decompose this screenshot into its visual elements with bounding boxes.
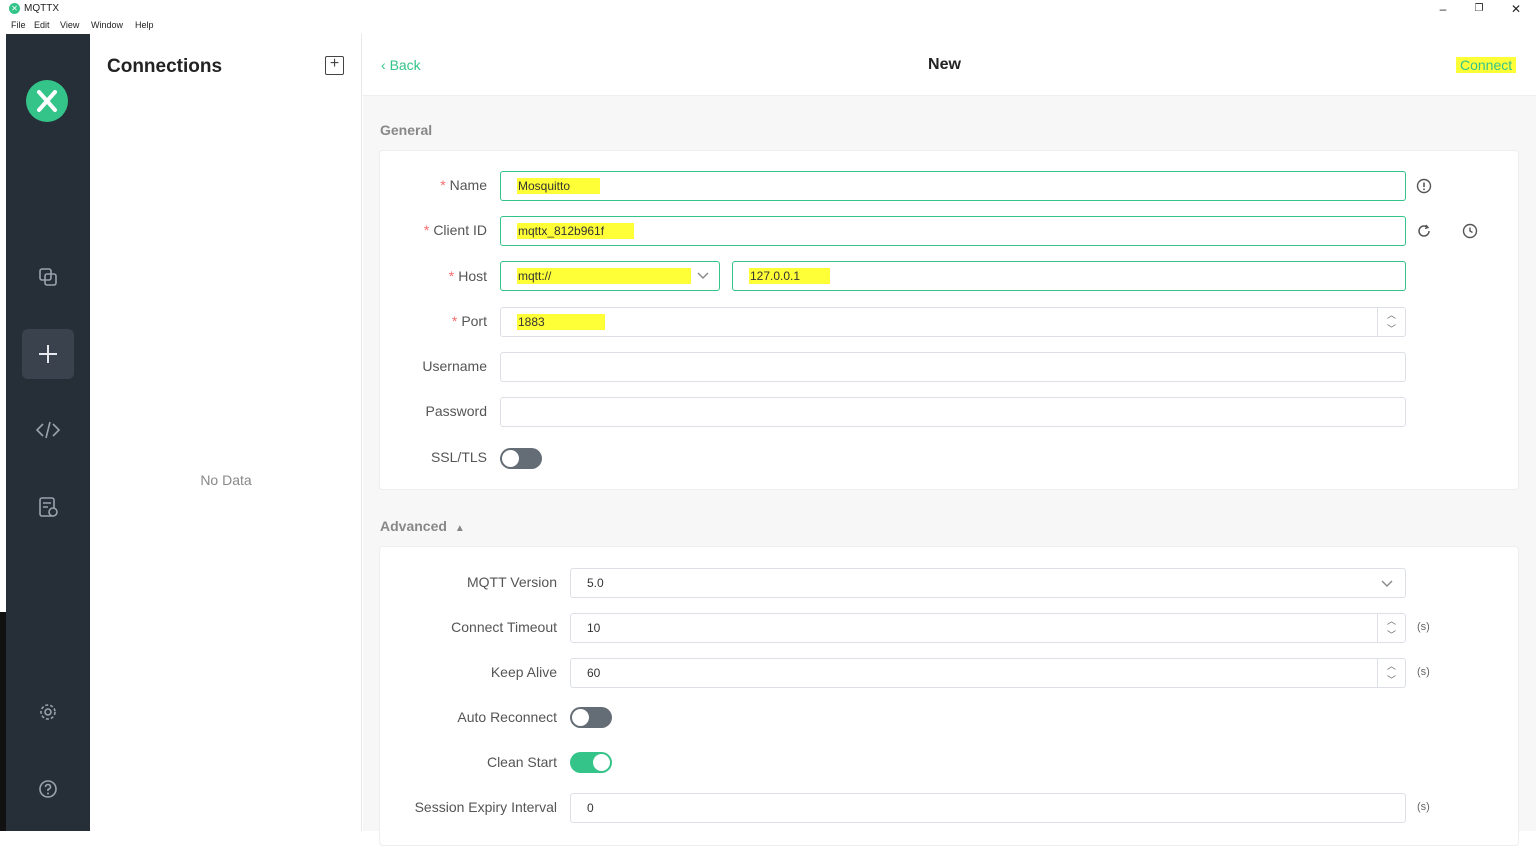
port-input[interactable]: 1883 ︿ ﹀: [500, 307, 1406, 337]
connections-nav-button[interactable]: [22, 252, 74, 302]
username-label: Username: [422, 358, 487, 374]
script-nav-button[interactable]: [22, 405, 74, 455]
port-stepper[interactable]: ︿ ﹀: [1377, 308, 1405, 336]
clock-icon[interactable]: [1462, 223, 1478, 239]
password-label: Password: [425, 403, 487, 419]
auto-reconnect-label: Auto Reconnect: [457, 709, 557, 725]
empty-state-text: No Data: [200, 472, 252, 488]
nav-rail: [6, 34, 90, 831]
password-input[interactable]: [500, 397, 1406, 427]
keep-alive-unit: (s): [1417, 666, 1430, 678]
settings-nav-button[interactable]: [22, 687, 74, 737]
general-section-label: General: [380, 122, 433, 138]
restore-button[interactable]: ❐: [1464, 1, 1494, 17]
client-id-input[interactable]: mqttx_812b961f: [500, 216, 1406, 246]
port-label: * Port: [451, 313, 487, 329]
code-icon: [36, 421, 60, 439]
menu-help[interactable]: Help: [135, 20, 154, 30]
chevron-down-icon: [1381, 580, 1393, 587]
clean-start-label: Clean Start: [486, 754, 557, 770]
plus-icon: [39, 345, 57, 363]
close-button[interactable]: ✕: [1501, 1, 1531, 17]
info-icon[interactable]: [1416, 178, 1432, 194]
window-title: MQTTX: [24, 3, 59, 14]
auto-reconnect-toggle[interactable]: [570, 707, 612, 728]
chevron-up-icon: ︿: [1386, 310, 1396, 320]
mqtt-version-select[interactable]: 5.0: [570, 568, 1406, 598]
help-icon: [39, 780, 57, 798]
gear-icon: [40, 704, 56, 720]
connections-icon: [39, 268, 57, 286]
username-input[interactable]: [500, 352, 1406, 382]
add-connection-button[interactable]: +: [325, 56, 344, 75]
menu-edit[interactable]: Edit: [34, 20, 50, 30]
title-bar: ✕ MQTTX – ❐ ✕: [0, 0, 1536, 18]
refresh-icon[interactable]: [1416, 223, 1432, 239]
form-header: ‹ Back New Connect: [363, 34, 1536, 96]
log-icon: [39, 497, 58, 517]
advanced-section-label[interactable]: Advanced ▲: [380, 518, 465, 534]
chevron-down-icon: [697, 272, 709, 279]
connect-timeout-input[interactable]: 10 ︿ ﹀: [570, 613, 1406, 643]
session-expiry-unit: (s): [1417, 801, 1430, 813]
keep-alive-input[interactable]: 60 ︿ ﹀: [570, 658, 1406, 688]
ssl-toggle[interactable]: [500, 448, 542, 469]
connect-timeout-stepper[interactable]: ︿ ﹀: [1377, 614, 1405, 642]
ssl-label: SSL/TLS: [430, 449, 487, 465]
host-input[interactable]: 127.0.0.1: [732, 261, 1406, 291]
chevron-down-icon: ﹀: [1386, 324, 1396, 334]
caret-up-icon: ▲: [454, 523, 465, 534]
connections-panel: Connections + No Data: [90, 34, 362, 831]
app-logo-icon: ✕: [9, 3, 20, 14]
connect-button[interactable]: Connect: [1456, 57, 1517, 73]
log-nav-button[interactable]: [22, 482, 74, 532]
advanced-card: MQTT Version 5.0 Connect Timeout 10 ︿ ﹀ (…: [379, 546, 1519, 846]
client-id-label: * Client ID: [423, 222, 487, 238]
menu-bar: File Edit View Window Help: [0, 18, 1536, 34]
menu-file[interactable]: File: [11, 20, 26, 30]
connections-title: Connections: [107, 56, 223, 77]
session-expiry-input[interactable]: 0: [570, 793, 1406, 823]
mqtt-version-label: MQTT Version: [467, 574, 557, 590]
name-input[interactable]: Mosquitto: [500, 171, 1406, 201]
mqttx-logo-icon: [26, 80, 68, 122]
help-nav-button[interactable]: [22, 764, 74, 814]
connect-timeout-label: Connect Timeout: [451, 619, 557, 635]
new-connection-form: ‹ Back New Connect General * Name Mosquit…: [363, 34, 1536, 846]
new-connection-nav-button[interactable]: [22, 329, 74, 379]
clean-start-toggle[interactable]: [570, 752, 612, 773]
protocol-select[interactable]: mqtt://: [500, 261, 720, 291]
host-label: * Host: [448, 268, 487, 284]
connect-timeout-unit: (s): [1417, 621, 1430, 633]
session-expiry-label: Session Expiry Interval: [414, 799, 557, 815]
page-title: New: [928, 56, 961, 73]
minimize-button[interactable]: –: [1428, 1, 1458, 17]
general-card: * Name Mosquitto * Client ID mqttx_812b961…: [379, 150, 1519, 490]
keep-alive-label: Keep Alive: [490, 664, 557, 680]
menu-view[interactable]: View: [60, 20, 79, 30]
name-label: * Name: [440, 177, 487, 193]
menu-window[interactable]: Window: [91, 20, 123, 30]
keep-alive-stepper[interactable]: ︿ ﹀: [1377, 659, 1405, 687]
